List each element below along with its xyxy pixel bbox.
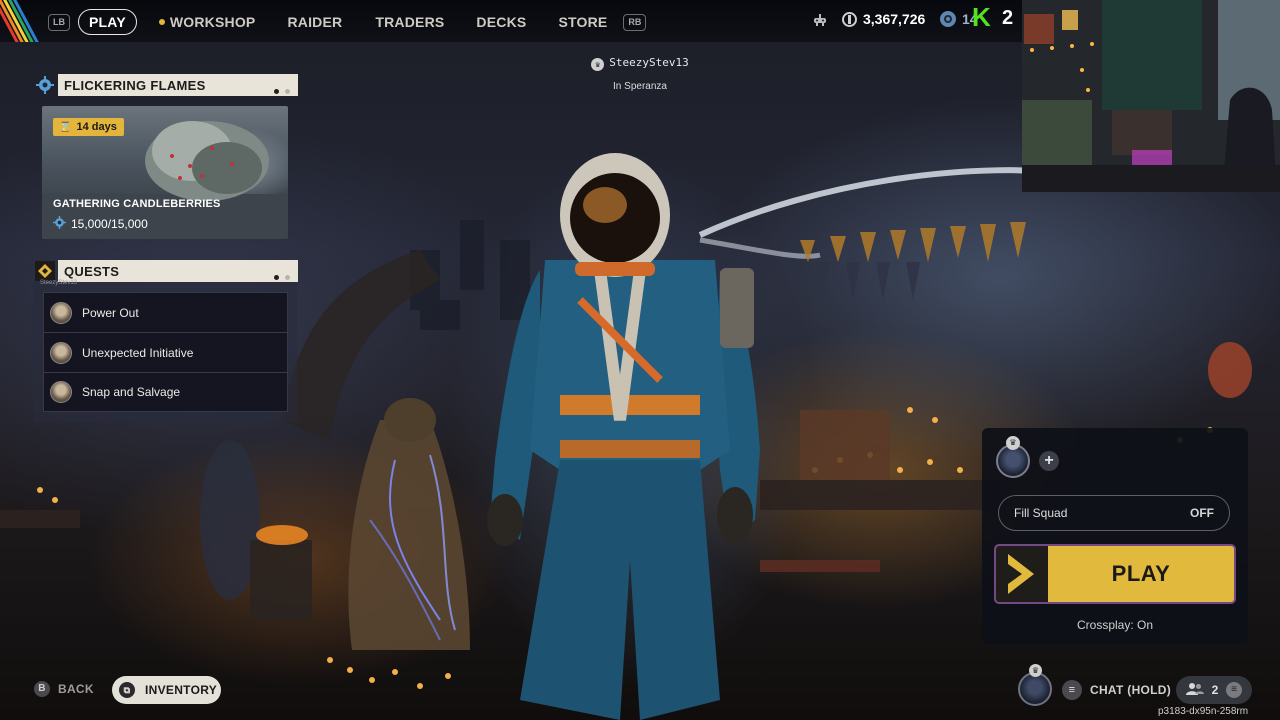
coins-icon	[842, 11, 857, 27]
chat-button[interactable]: ≡ CHAT (HOLD)	[1062, 680, 1171, 700]
webcam-room-image	[1022, 0, 1280, 192]
friends-count: 2	[1211, 683, 1219, 697]
coins-value: 3,367,726	[863, 11, 926, 27]
player-avatar[interactable]	[1018, 672, 1052, 706]
play-button-label: PLAY	[1111, 561, 1171, 586]
fill-squad-toggle[interactable]: Fill Squad OFF	[998, 495, 1230, 531]
quest-list: Power Out Unexpected Initiative Snap and…	[43, 292, 288, 412]
event-days-text: 14 days	[76, 121, 117, 133]
inventory-label: INVENTORY	[145, 683, 218, 697]
chat-label: CHAT (HOLD)	[1090, 683, 1172, 697]
session-id: p3183-dx95n-258rm	[1158, 706, 1249, 717]
tab-workshop-label: WORKSHOP	[169, 14, 256, 30]
tab-traders[interactable]: TRADERS	[375, 14, 444, 30]
astronaut-character	[487, 153, 760, 720]
hourglass-icon: ⌛	[59, 121, 72, 133]
inventory-button[interactable]: ⧉ INVENTORY	[112, 676, 221, 704]
menu-button-icon: ≡	[1062, 680, 1082, 700]
rb-key-hint: RB	[623, 13, 647, 31]
quest-item[interactable]: Snap and Salvage	[43, 372, 288, 412]
quest-item[interactable]: Unexpected Initiative	[43, 332, 288, 372]
pagination-dots	[268, 82, 290, 97]
crossplay-status: Crossplay: On	[1076, 618, 1154, 632]
overlay-logo-number: 2	[1002, 7, 1014, 29]
overlay-logo-letter: K	[972, 2, 991, 32]
view-button-icon: ⧉	[119, 682, 135, 698]
event-progress: 15,000/15,000	[53, 216, 148, 232]
event-header[interactable]: FLICKERING FLAMES	[58, 74, 298, 96]
event-time-badge: ⌛ 14 days	[53, 118, 124, 136]
tab-raider[interactable]: RAIDER	[287, 14, 342, 30]
lb-key-hint: LB	[48, 13, 70, 31]
quest-giver-avatar	[50, 301, 72, 324]
quest-giver-avatar	[50, 341, 72, 364]
b-key-hint: B	[34, 681, 50, 697]
event-progress-value: 15,000/15,000	[71, 217, 148, 231]
back-button[interactable]: B BACK	[34, 681, 94, 697]
quest-diamond-icon	[35, 261, 55, 281]
premium-currency-icon	[940, 11, 956, 27]
quest-label: Snap and Salvage	[82, 385, 181, 399]
pagination-dots	[268, 268, 290, 283]
webcam-feed	[1022, 0, 1280, 192]
play-arrow-icon	[996, 546, 1048, 602]
player-location: In Speranza	[613, 81, 667, 92]
rainbow-stripes-decoration	[0, 0, 44, 42]
fill-squad-label: Fill Squad	[1014, 506, 1068, 520]
tab-store[interactable]: STORE	[558, 14, 607, 30]
event-card[interactable]: ⌛ 14 days GATHERING CANDLEBERRIES 15,000…	[42, 106, 288, 239]
k2-overlay-logo: K 2	[972, 3, 1022, 33]
main-nav: LB PLAY WORKSHOP RAIDER TRADERS DECKS ST…	[48, 9, 647, 35]
gear-icon	[53, 216, 66, 232]
gear-icon	[36, 76, 54, 94]
back-label: BACK	[58, 682, 94, 696]
player-tag: ♛ SteezyStev13 In Speranza	[560, 56, 720, 92]
menu-button-icon: ≡	[1226, 682, 1243, 698]
crown-icon: ♛	[1029, 664, 1042, 677]
quest-label: Power Out	[82, 305, 139, 320]
quests-header-title: QUESTS	[64, 263, 120, 279]
controller-icon	[812, 12, 828, 33]
workshop-notification-dot	[158, 19, 165, 25]
crown-icon: ♛	[1006, 436, 1020, 450]
add-squad-member-button[interactable]: +	[1039, 451, 1059, 471]
event-header-title: FLICKERING FLAMES	[64, 77, 206, 93]
quests-player-tag: SteezyStev13	[40, 280, 78, 286]
tab-decks[interactable]: DECKS	[476, 14, 526, 30]
quest-label: Unexpected Initiative	[82, 345, 194, 360]
tab-workshop[interactable]: WORKSHOP	[158, 14, 256, 30]
friends-button[interactable]: 2 ≡	[1176, 676, 1252, 704]
player-name: ♛ SteezyStev13	[560, 56, 720, 71]
tab-play[interactable]: PLAY	[78, 9, 137, 35]
quest-item[interactable]: Power Out	[43, 292, 288, 332]
event-objective-title: GATHERING CANDLEBERRIES	[53, 198, 221, 210]
friends-icon	[1185, 682, 1204, 699]
play-button[interactable]: PLAY	[996, 546, 1234, 602]
quests-header[interactable]: QUESTS	[58, 260, 298, 282]
coins-balance: 3,367,726	[842, 11, 925, 27]
player-name-text: SteezyStev13	[609, 56, 689, 69]
quest-giver-avatar	[50, 381, 72, 403]
crown-icon: ♛	[591, 58, 605, 71]
fill-squad-state: OFF	[1190, 506, 1214, 520]
